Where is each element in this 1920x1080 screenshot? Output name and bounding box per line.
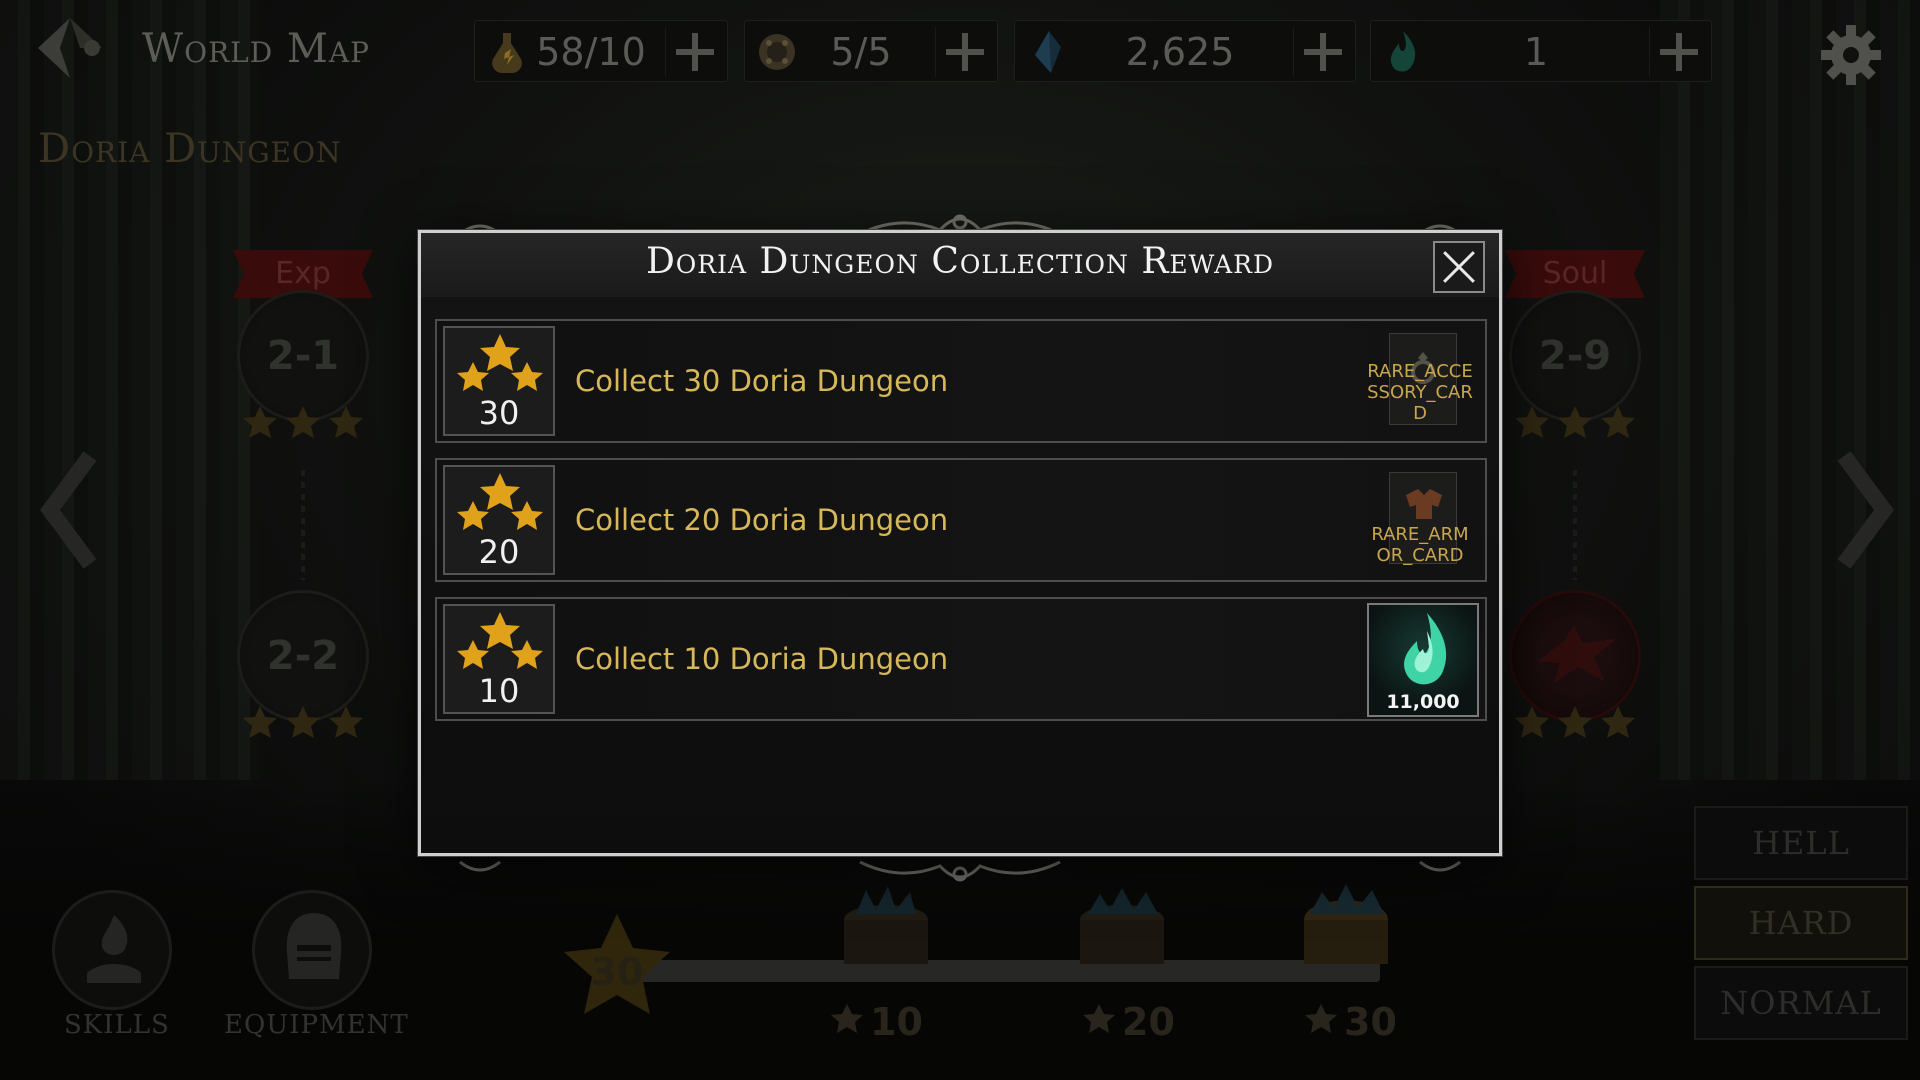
modal-title: Doria Dungeon Collection Reward	[645, 241, 1275, 282]
reward-description: Collect 10 Doria Dungeon	[575, 642, 949, 676]
reward-row[interactable]: 20 Collect 20 Doria Dungeon RARE_ARMOR_C…	[435, 458, 1487, 582]
reward-item-soul[interactable]: 11,000	[1367, 603, 1479, 717]
modal-header: Doria Dungeon Collection Reward	[421, 233, 1499, 297]
star-requirement-badge: 10	[443, 604, 555, 714]
reward-description: Collect 30 Doria Dungeon	[575, 364, 949, 398]
star-requirement-count: 30	[478, 394, 520, 432]
three-stars-icon	[457, 612, 543, 669]
star-requirement-badge: 20	[443, 465, 555, 575]
soul-flame-icon	[1404, 613, 1447, 685]
reward-item-armor-card[interactable]: RARE_ARMOR_CARD	[1365, 472, 1475, 568]
collection-reward-modal: Doria Dungeon Collection Reward 30 Colle…	[418, 230, 1502, 856]
reward-row[interactable]: 30 Collect 30 Doria Dungeon RARE_ACCESSO…	[435, 319, 1487, 443]
three-stars-icon	[457, 473, 543, 530]
star-requirement-count: 10	[478, 672, 520, 710]
reward-item-accessory-card[interactable]: RARE_ACCESSORY_CARD	[1365, 333, 1475, 429]
reward-description: Collect 20 Doria Dungeon	[575, 503, 949, 537]
star-requirement-count: 20	[478, 533, 520, 571]
three-stars-icon	[457, 334, 543, 391]
reward-item-label: RARE_ACCESSORY_CARD	[1367, 361, 1473, 424]
star-requirement-badge: 30	[443, 326, 555, 436]
modal-bottom-ornament	[459, 860, 1461, 882]
reward-item-amount: 11,000	[1386, 691, 1460, 713]
armor-icon	[1406, 489, 1442, 519]
reward-item-label: RARE_ARMOR_CARD	[1371, 524, 1469, 566]
reward-row[interactable]: 10 Collect 10 Doria Dungeon 11,000	[435, 597, 1487, 721]
close-button[interactable]	[1433, 241, 1485, 293]
